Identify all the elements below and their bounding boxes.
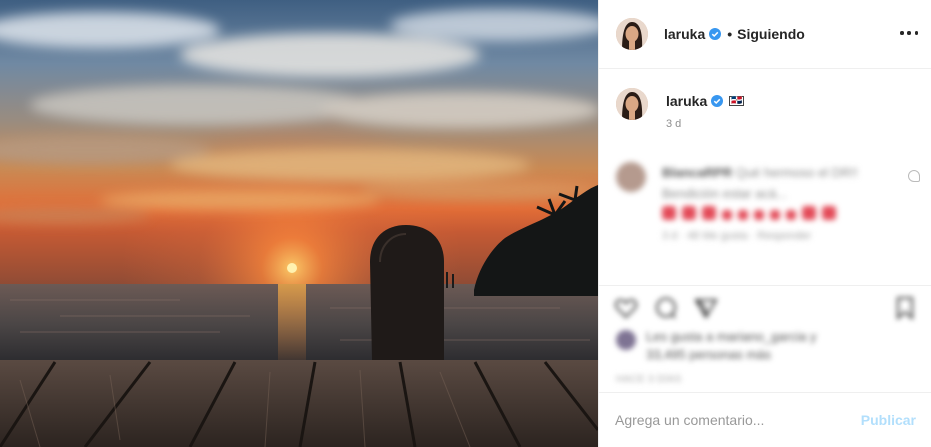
likes-text[interactable]: Les gusta a mariano_garcia y 33,495 pers… [646, 328, 846, 364]
flag-emoji-icon: 🇩🇴 [729, 96, 744, 106]
comment-item: BlancaRPR Qué hermoso el DR!! Bendición … [616, 162, 915, 220]
comment-like-icon[interactable] [908, 170, 920, 182]
caption-timestamp[interactable]: 3 d [666, 118, 744, 130]
caption-username[interactable]: laruka [666, 93, 707, 109]
avatar[interactable] [616, 18, 648, 50]
profile-picture [616, 18, 648, 50]
caption-avatar[interactable] [616, 88, 648, 120]
comments-list: BlancaRPR Qué hermoso el DR!! Bendición … [599, 150, 931, 285]
post-actions: Les gusta a mariano_garcia y 33,495 pers… [599, 285, 931, 392]
comment-meta[interactable]: 3 d · 48 Me gusta · Responder [662, 230, 915, 242]
heart-icon[interactable] [613, 295, 639, 321]
likes-summary[interactable]: Les gusta a mariano_garcia y 33,495 pers… [599, 322, 931, 364]
verified-badge-icon [709, 28, 722, 40]
profile-picture [616, 88, 648, 120]
post-caption: laruka 🇩🇴 3 d [616, 86, 916, 130]
comment-form: Publicar [599, 392, 931, 447]
verified-badge-icon [711, 95, 724, 107]
comment-username[interactable]: BlancaRPR [662, 165, 732, 180]
comment-input[interactable] [615, 412, 853, 428]
heart-emoji-row [662, 206, 894, 220]
post-header: laruka • Siguiendo [599, 0, 931, 69]
post-photo[interactable] [0, 0, 598, 447]
post-side-panel: laruka • Siguiendo laruka 🇩🇴 3 d BlancaR… [598, 0, 931, 447]
sunset-pier-image [0, 0, 598, 447]
comment-avatar[interactable] [616, 162, 646, 192]
publish-button[interactable]: Publicar [861, 412, 916, 428]
separator-dot: • [727, 26, 733, 42]
liker-avatar [616, 330, 636, 350]
comment-icon[interactable] [653, 295, 679, 321]
bookmark-icon[interactable] [892, 295, 918, 321]
post-author-username[interactable]: laruka [664, 26, 705, 42]
post-date: HACE 3 DÍAS [616, 374, 682, 385]
share-icon[interactable] [693, 295, 719, 321]
more-options-icon[interactable] [900, 24, 918, 42]
following-button[interactable]: Siguiendo [737, 26, 805, 42]
